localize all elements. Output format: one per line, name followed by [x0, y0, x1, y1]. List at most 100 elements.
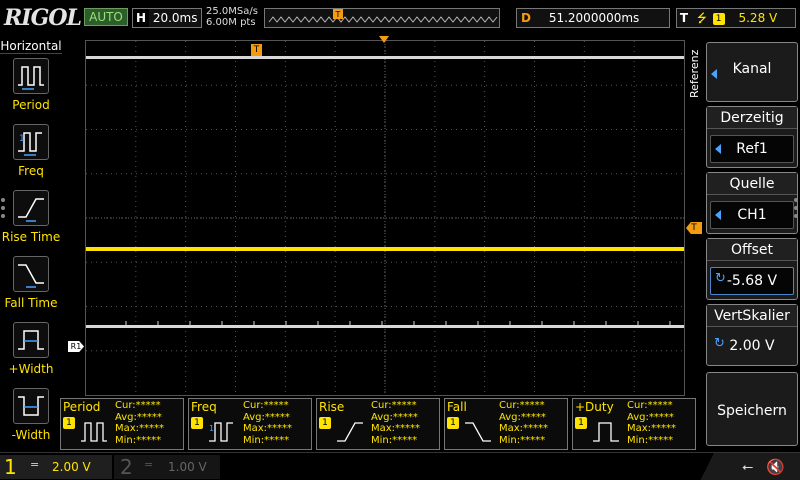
stat-max: Max:*****: [243, 423, 293, 434]
delay-readout[interactable]: D 51.2000000ms: [516, 8, 670, 28]
channel-1-status[interactable]: 1 = 2.00 V: [0, 455, 112, 479]
graticule: [86, 41, 684, 395]
measurement-title: Freq: [191, 400, 217, 414]
trigger-label: T: [679, 11, 689, 25]
trigger-level-marker[interactable]: T: [686, 222, 702, 234]
channel-badge: 1: [191, 417, 203, 429]
stat-cur: Cur:*****: [115, 400, 161, 411]
vertskalier-label: VertSkalier: [707, 305, 797, 327]
reference-trace-top: [86, 56, 684, 59]
quelle-value-field[interactable]: CH1: [710, 201, 794, 229]
measure-fall-time-button[interactable]: Fall Time: [0, 254, 62, 318]
measure-neg-width-button[interactable]: -Width: [0, 386, 62, 450]
left-scroll-dot: [1, 198, 5, 202]
stat-avg: Avg:*****: [371, 411, 418, 423]
stat-avg: Avg:*****: [243, 411, 290, 423]
rise-time-label: Rise Time: [1, 230, 61, 244]
dc-coupling-icon: =: [144, 458, 154, 471]
derzeitig-value-field[interactable]: Ref1: [710, 135, 794, 163]
pos-duty-icon: [593, 422, 619, 442]
stat-min: Min:*****: [371, 434, 418, 446]
run-status-badge[interactable]: AUTO: [84, 8, 128, 26]
quelle-arrow-icon: [715, 210, 721, 220]
measurement-freq[interactable]: Freq 1 1 Cur:***** Avg:***** Max:***** M…: [188, 398, 312, 450]
waveform-display[interactable]: [85, 40, 685, 396]
left-menu-title: Horizontal: [0, 39, 62, 54]
memory-overview-wave: T: [268, 9, 498, 23]
left-scroll-dot: [1, 214, 5, 218]
measure-freq-button[interactable]: 1 Freq: [0, 122, 62, 186]
freq-label: Freq: [18, 164, 44, 178]
stat-cur: Cur:*****: [627, 400, 673, 411]
left-scroll-dot: [1, 206, 5, 210]
pos-width-icon: [13, 322, 49, 358]
stat-avg: Avg:*****: [627, 411, 674, 423]
freq-icon: 1: [209, 422, 233, 442]
horizontal-scale[interactable]: H 20.0ms: [132, 8, 202, 28]
quelle-button[interactable]: Quelle CH1: [706, 172, 798, 234]
trigger-readout[interactable]: T ⭍ 1 5.28 V: [676, 8, 796, 28]
period-icon: [81, 422, 107, 442]
stat-cur: Cur:*****: [371, 400, 417, 411]
right-menu-title: Referenz: [688, 49, 701, 99]
kanal-button[interactable]: Kanal: [706, 42, 798, 102]
fall-time-icon: [13, 256, 49, 292]
vertskalier-value-field[interactable]: ↻ 2.00 V: [710, 333, 794, 361]
horizontal-scale-value: 20.0ms: [152, 11, 198, 25]
right-scroll-dot: [794, 214, 798, 218]
stat-cur: Cur:*****: [499, 400, 545, 411]
offset-label: Offset: [707, 239, 797, 261]
channel-badge: 1: [575, 417, 587, 429]
pos-width-label: +Width: [8, 362, 54, 376]
stat-min: Min:*****: [627, 434, 674, 446]
knob-icon: ↻: [714, 336, 725, 351]
trigger-position-marker: [379, 36, 389, 43]
speichern-button[interactable]: Speichern: [706, 372, 798, 446]
channel-badge: 1: [447, 417, 459, 429]
measurement-period[interactable]: Period 1 Cur:***** Avg:***** Max:***** M…: [60, 398, 184, 450]
measurement-rise[interactable]: Rise 1 Cur:***** Avg:***** Max:***** Min…: [316, 398, 440, 450]
ref-marker[interactable]: R1: [68, 341, 84, 352]
measure-rise-time-button[interactable]: Rise Time: [0, 188, 62, 252]
horizontal-trigger-marker[interactable]: T: [251, 44, 262, 56]
measurement-pos-duty[interactable]: +Duty 1 Cur:***** Avg:***** Max:***** Mi…: [572, 398, 696, 450]
usb-icon: ⭠: [742, 459, 754, 475]
measure-pos-width-button[interactable]: +Width: [0, 320, 62, 384]
speichern-label: Speichern: [717, 403, 787, 419]
stat-cur: Cur:*****: [243, 400, 289, 411]
measurement-title: +Duty: [575, 400, 614, 414]
measure-period-button[interactable]: Period: [0, 56, 62, 120]
channel-scale: 2.00 V: [52, 460, 91, 474]
offset-value: -5.68 V: [726, 273, 778, 289]
knob-icon: ↻: [715, 271, 726, 286]
measurement-title: Period: [63, 400, 101, 414]
quelle-value: CH1: [737, 207, 767, 223]
stat-avg: Avg:*****: [115, 411, 162, 423]
offset-button[interactable]: Offset ↻ -5.68 V: [706, 238, 798, 300]
channel-scale: 1.00 V: [168, 460, 207, 474]
right-scroll-dot: [794, 206, 798, 210]
sample-rate: 25.0MSa/s: [206, 6, 258, 17]
channel-badge: 1: [319, 417, 331, 429]
derzeitig-button[interactable]: Derzeitig Ref1: [706, 106, 798, 168]
right-menu: Kanal Derzeitig Ref1 Quelle CH1 Offset ↻…: [706, 42, 800, 450]
svg-text:T: T: [335, 10, 341, 19]
fall-time-label: Fall Time: [4, 296, 58, 310]
vertskalier-button[interactable]: VertSkalier ↻ 2.00 V: [706, 304, 798, 366]
rigol-logo: RIGOL: [4, 5, 82, 31]
stat-max: Max:*****: [115, 423, 165, 434]
channel-number: 1: [4, 455, 17, 479]
dc-coupling-icon: =: [30, 458, 40, 471]
channel-2-status[interactable]: 2 = 1.00 V: [114, 455, 220, 479]
kanal-label: Kanal: [732, 61, 772, 77]
stat-max: Max:*****: [627, 423, 677, 434]
offset-value-field[interactable]: ↻ -5.68 V: [710, 267, 794, 295]
channel-number: 2: [120, 455, 133, 479]
measurement-fall[interactable]: Fall 1 Cur:***** Avg:***** Max:***** Min…: [444, 398, 568, 450]
derzeitig-arrow-icon: [715, 144, 721, 154]
speaker-muted-icon[interactable]: 🔇: [766, 458, 785, 476]
derzeitig-value: Ref1: [736, 141, 768, 157]
derzeitig-label: Derzeitig: [707, 107, 797, 129]
stat-avg: Avg:*****: [499, 411, 546, 423]
svg-text:1: 1: [209, 424, 214, 433]
